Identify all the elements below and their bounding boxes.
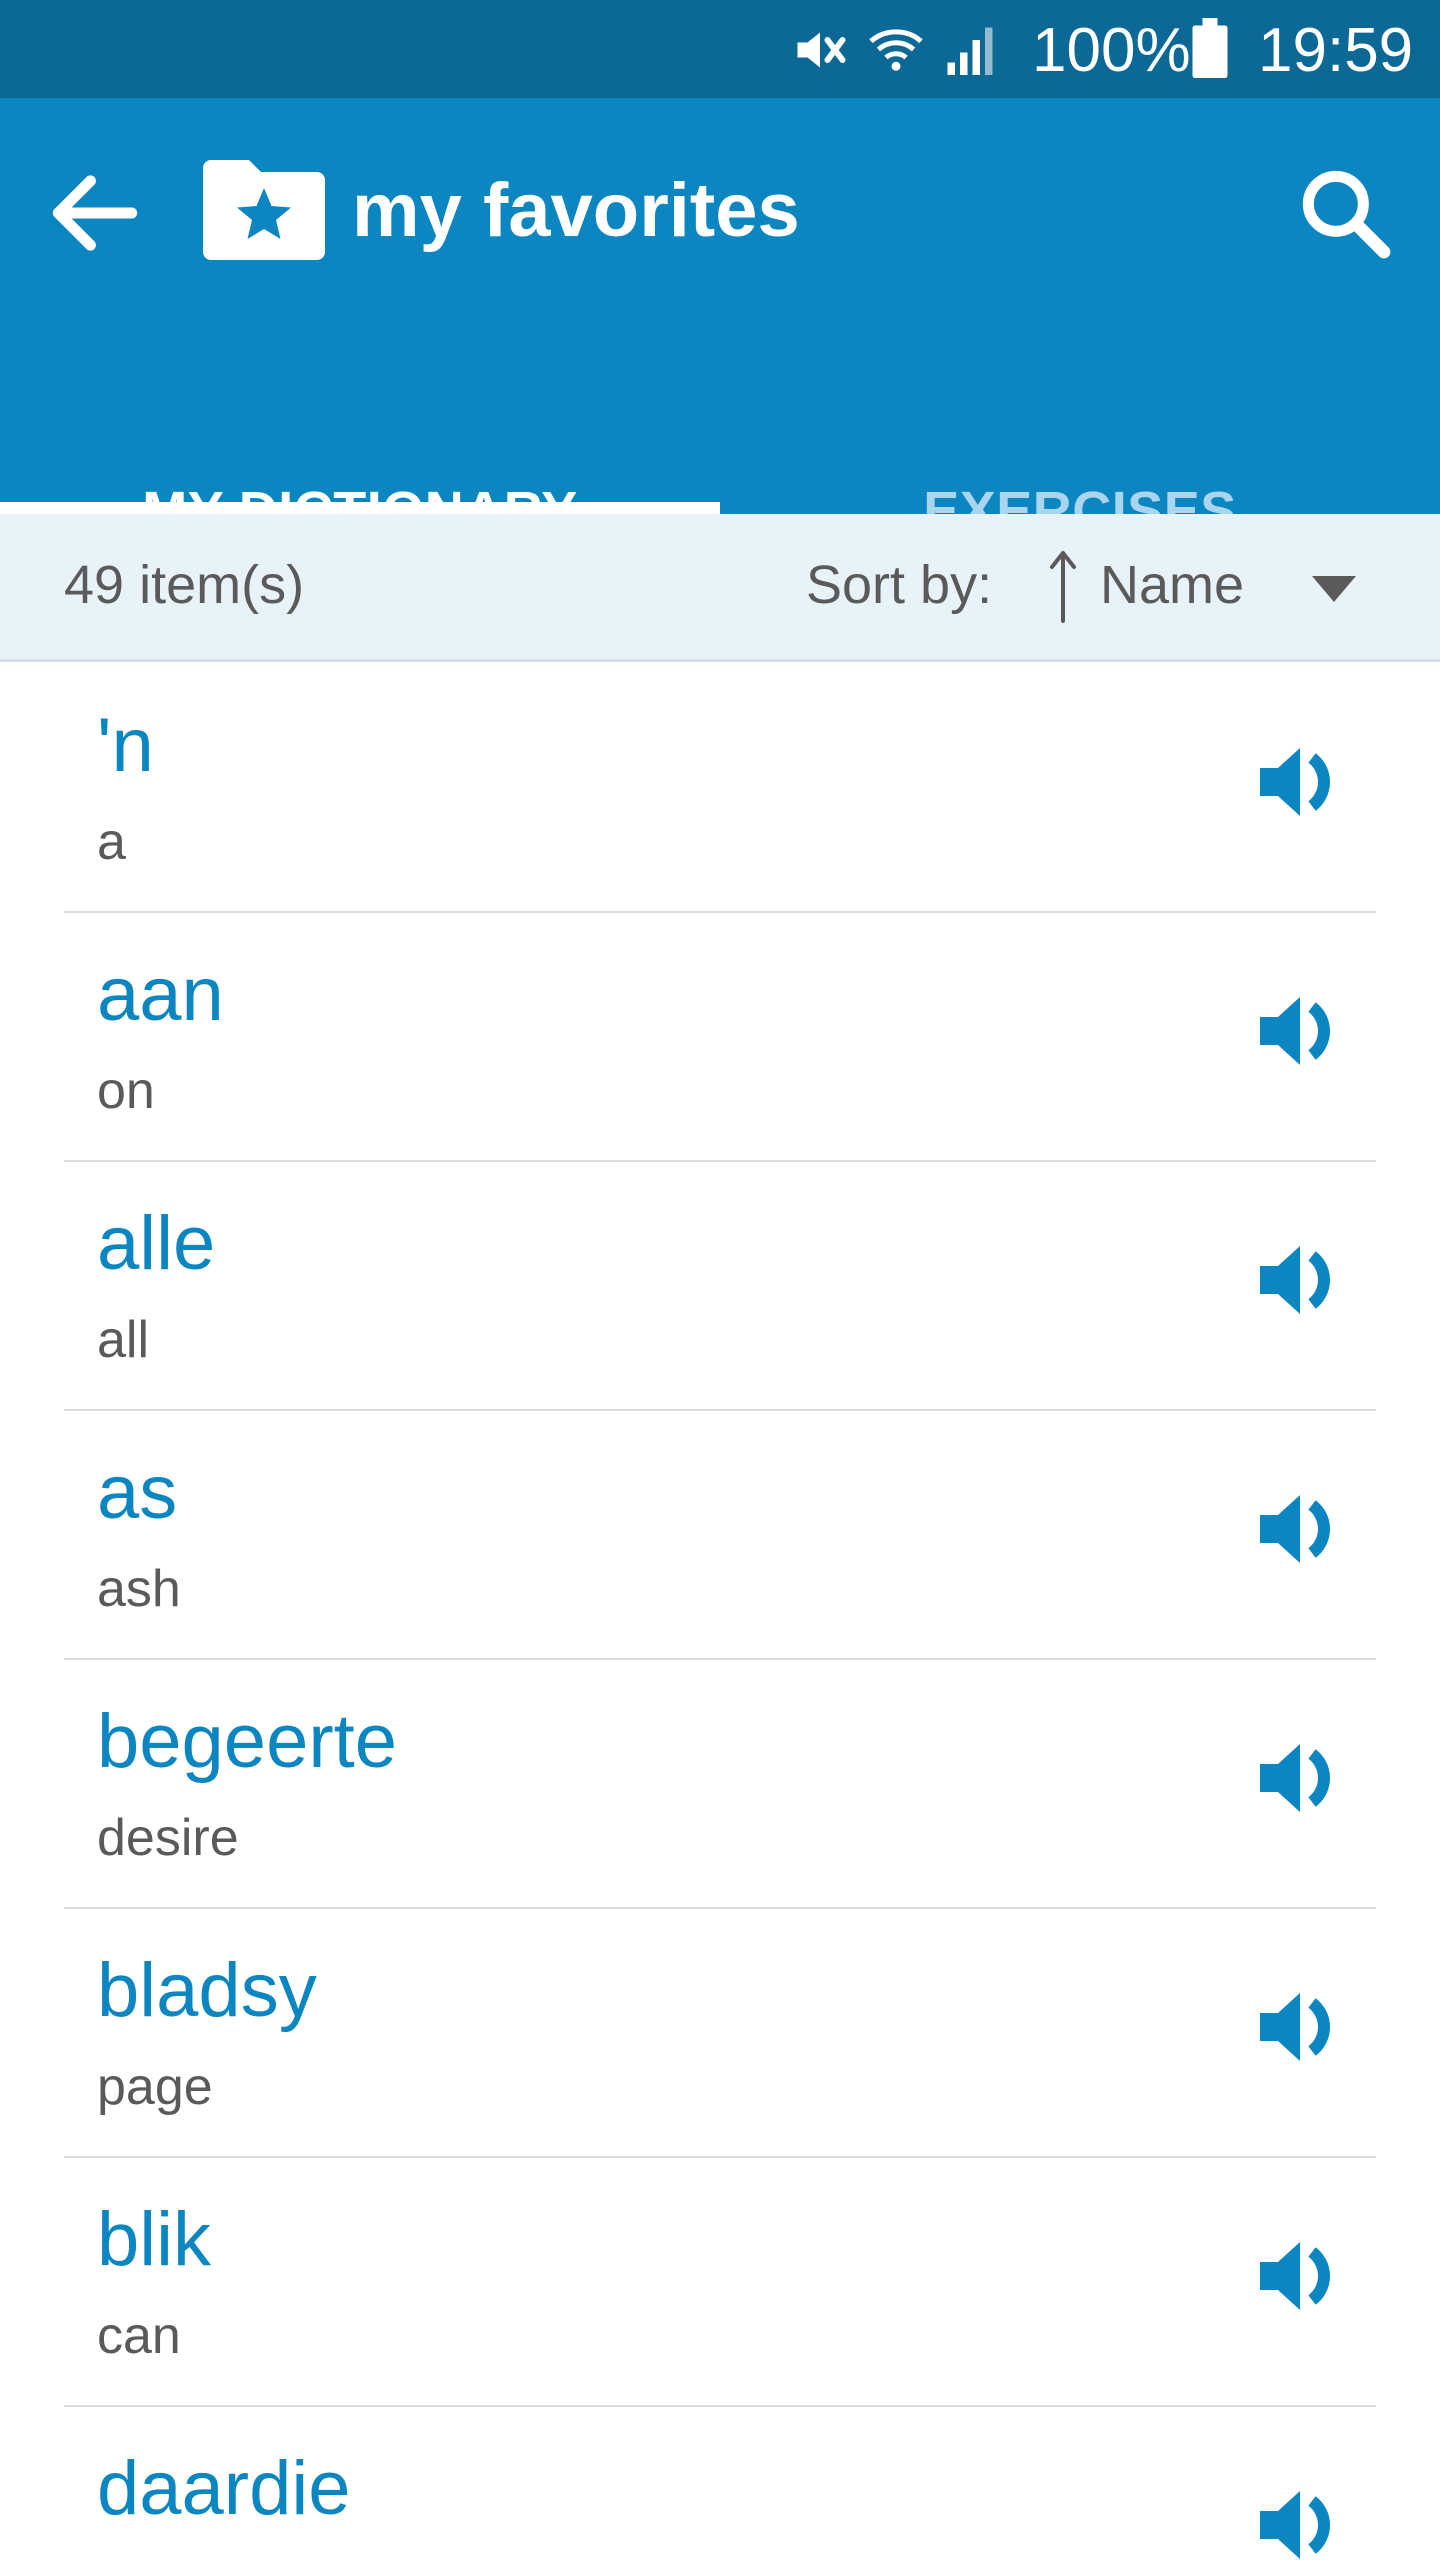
translation: desire	[97, 1809, 239, 1867]
translation: a	[97, 813, 126, 871]
word: bladsy	[97, 1948, 317, 2033]
page-title: my favorites	[352, 168, 800, 253]
speaker-icon[interactable]	[1256, 1987, 1346, 2067]
translation: ash	[97, 1560, 181, 1618]
arrow-left-icon	[52, 175, 138, 251]
tab-exercises[interactable]: EXERCISES	[720, 416, 1440, 541]
sort-select[interactable]: Name	[1090, 534, 1390, 640]
app-bar: my favorites MY DICTIONARY EXERCISES	[0, 98, 1440, 541]
list-item[interactable]: bladsy page	[64, 1909, 1376, 2158]
sort-bar: 49 item(s) Sort by: Name	[0, 514, 1440, 662]
tab-indicator	[0, 502, 720, 514]
list-item[interactable]: blik can	[64, 2158, 1376, 2407]
speaker-icon[interactable]	[1256, 1489, 1346, 1569]
list-item[interactable]: daardie	[64, 2407, 1376, 2560]
battery-icon	[1192, 18, 1228, 78]
battery-percentage: 100%	[1032, 16, 1191, 85]
speaker-icon[interactable]	[1256, 2485, 1346, 2560]
list-item[interactable]: as ash	[64, 1411, 1376, 1660]
clock: 19:59	[1258, 16, 1414, 85]
list-item[interactable]: aan on	[64, 913, 1376, 1162]
translation: can	[97, 2307, 181, 2365]
speaker-icon[interactable]	[1256, 1738, 1346, 1818]
tab-my-dictionary[interactable]: MY DICTIONARY	[0, 416, 720, 541]
word: begeerte	[97, 1699, 398, 1784]
word: 'n	[97, 703, 154, 788]
item-count: 49 item(s)	[64, 555, 305, 615]
translation: page	[97, 2058, 213, 2116]
caret-down-icon	[1312, 576, 1356, 602]
translation: on	[97, 1062, 155, 1120]
speaker-icon[interactable]	[1256, 991, 1346, 1071]
list-item[interactable]: begeerte desire	[64, 1660, 1376, 1909]
signal-icon	[947, 27, 993, 75]
back-button[interactable]	[40, 158, 150, 268]
status-bar: 100% 19:59	[0, 0, 1440, 98]
arrow-up-icon[interactable]	[1045, 549, 1081, 625]
tab-bar: MY DICTIONARY EXERCISES	[0, 416, 1440, 541]
list-item[interactable]: alle all	[64, 1162, 1376, 1411]
speaker-icon[interactable]	[1256, 742, 1346, 822]
speaker-icon[interactable]	[1256, 2236, 1346, 2316]
mute-icon	[797, 32, 846, 68]
search-icon	[1302, 170, 1391, 259]
word: blik	[97, 2197, 212, 2282]
list-item[interactable]: 'n a	[64, 664, 1376, 913]
word: daardie	[97, 2446, 351, 2531]
sort-value: Name	[1100, 555, 1245, 615]
translation: all	[97, 1311, 150, 1369]
search-button[interactable]	[1290, 158, 1400, 268]
word: as	[97, 1450, 178, 1535]
folder-star-icon	[203, 160, 325, 260]
word: alle	[97, 1201, 216, 1286]
word: aan	[97, 952, 224, 1037]
wifi-icon	[869, 29, 923, 71]
sort-label: Sort by:	[806, 555, 993, 615]
speaker-icon[interactable]	[1256, 1240, 1346, 1320]
word-list: 'n a aan on alle all as ash begeerte des…	[0, 664, 1440, 2560]
